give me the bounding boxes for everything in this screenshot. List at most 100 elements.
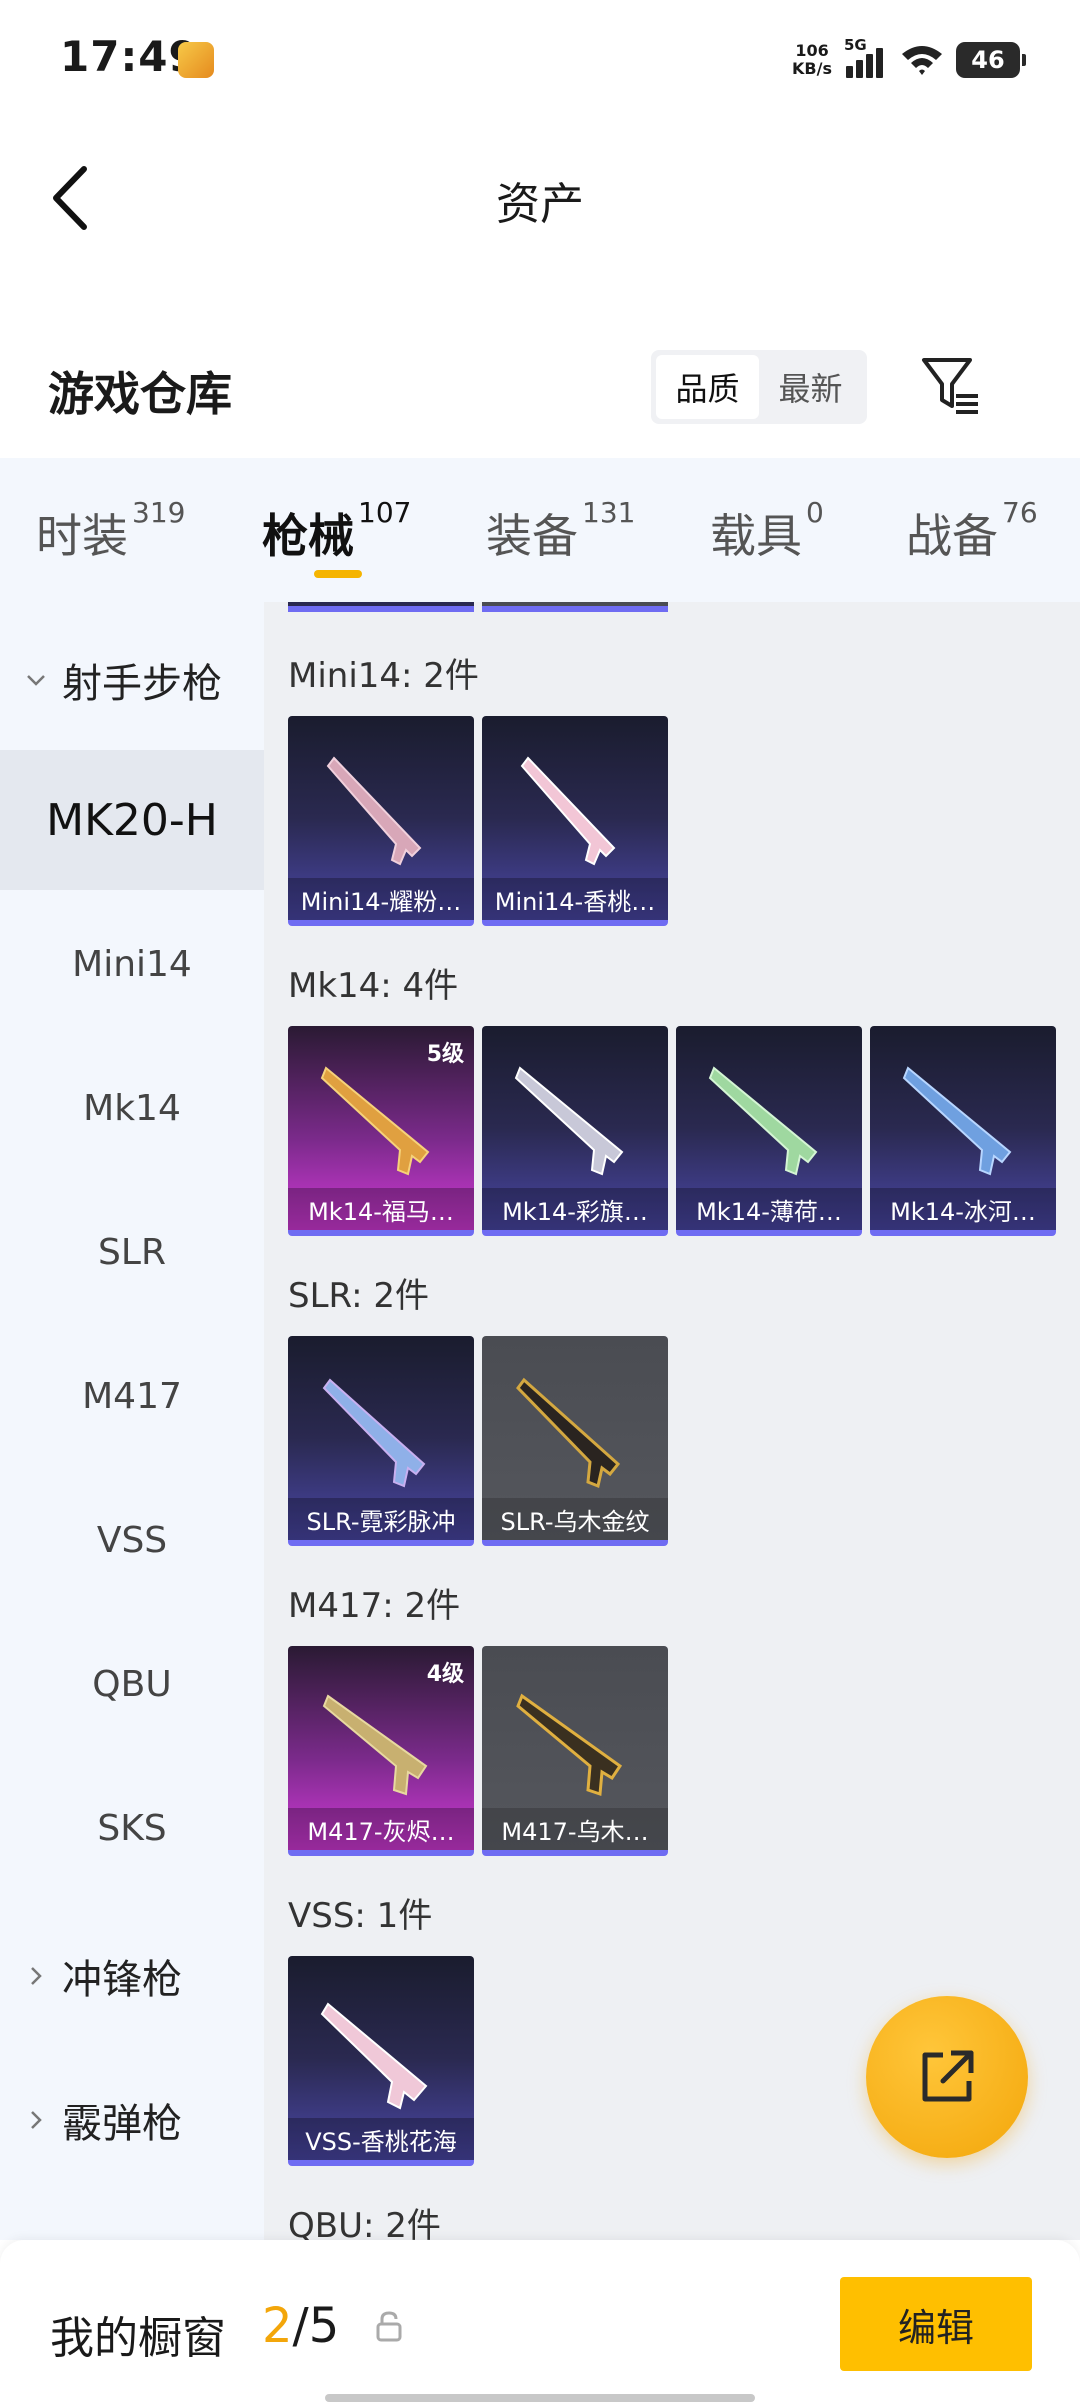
rifle-icon bbox=[708, 1066, 818, 1176]
sort-by-newest-button[interactable]: 最新 bbox=[759, 355, 862, 419]
sidebar-group-smg[interactable]: 冲锋枪 bbox=[0, 1926, 264, 2026]
group-title: QBU: 2件 bbox=[288, 2206, 441, 2240]
share-button[interactable] bbox=[866, 1996, 1028, 2158]
rifle-icon bbox=[514, 1066, 624, 1176]
sidebar-item-m417[interactable]: M417 bbox=[0, 1326, 264, 1466]
weapon-card[interactable]: 5级 Mk14-福马… bbox=[288, 1026, 474, 1236]
active-tab-indicator bbox=[314, 570, 362, 578]
showcase-label: 我的橱窗 bbox=[50, 2313, 226, 2364]
home-indicator[interactable] bbox=[325, 2394, 755, 2402]
sort-by-quality-button[interactable]: 品质 bbox=[656, 355, 759, 419]
weapon-card[interactable]: SLR-乌木金纹 bbox=[482, 1336, 668, 1546]
group-title: Mini14: 2件 bbox=[288, 656, 479, 696]
weapon-card-name: Mini14-香桃… bbox=[482, 878, 668, 920]
weapon-card-name: M417-乌木… bbox=[482, 1808, 668, 1850]
weapon-card[interactable]: VSS-香桃花海 bbox=[288, 1956, 474, 2166]
sidebar-group-marksman-rifles[interactable]: 射手步枪 bbox=[0, 630, 264, 730]
tab-label: 枪械 bbox=[262, 509, 354, 563]
tab-vehicles[interactable]: 载具 0 bbox=[710, 496, 824, 566]
net-speed-unit: KB/s bbox=[792, 59, 832, 78]
filter-icon[interactable] bbox=[920, 354, 982, 418]
edit-button[interactable]: 编辑 bbox=[840, 2277, 1032, 2371]
weapon-card-name: Mini14-耀粉… bbox=[288, 878, 474, 920]
sidebar-item-vss[interactable]: VSS bbox=[0, 1470, 264, 1610]
cellular-signal-icon: 5G bbox=[844, 36, 888, 80]
weapon-card-name: Mk14-福马… bbox=[288, 1188, 474, 1230]
category-tabs: 时装 319 枪械 107 装备 131 载具 0 战备 76 bbox=[0, 458, 1080, 602]
group-title: Mk14: 4件 bbox=[288, 966, 459, 1006]
weapon-card[interactable]: Mini14-香桃… bbox=[482, 716, 668, 926]
lock-icon bbox=[376, 2311, 402, 2342]
showcase-current: 2 bbox=[262, 2298, 293, 2354]
group-title: VSS: 1件 bbox=[288, 1896, 433, 1936]
weapon-card-name: VSS-香桃花海 bbox=[288, 2118, 474, 2160]
chevron-right-icon bbox=[31, 1967, 42, 1985]
sidebar-group-label: 射手步枪 bbox=[62, 661, 222, 707]
sidebar-item-qbu[interactable]: QBU bbox=[0, 1614, 264, 1754]
weapon-sidebar: 射手步枪 MK20-H Mini14 Mk14 SLR M417 VSS QBU… bbox=[0, 602, 264, 2240]
tab-label: 战备 bbox=[906, 509, 998, 563]
sidebar-item-mini14[interactable]: Mini14 bbox=[0, 894, 264, 1034]
weapon-card[interactable]: 4级 M417-灰烬… bbox=[288, 1646, 474, 1856]
status-bar: 17:49 106 KB/s 5G 46 bbox=[0, 0, 1080, 120]
showcase-total: 5 bbox=[308, 2298, 340, 2354]
weapon-card[interactable]: Mk14-薄荷… bbox=[676, 1026, 862, 1236]
tab-equipment[interactable]: 装备 131 bbox=[486, 496, 635, 566]
network-type: 5G bbox=[844, 36, 867, 54]
weapon-card[interactable]: Mk14-冰河… bbox=[870, 1026, 1056, 1236]
sidebar-item-mk20h[interactable]: MK20-H bbox=[0, 750, 264, 890]
net-speed-value: 106 bbox=[795, 41, 829, 60]
tab-count: 131 bbox=[582, 496, 636, 529]
sort-toggle: 品质 最新 bbox=[651, 350, 867, 424]
rifle-icon bbox=[902, 1066, 1012, 1176]
weapon-card[interactable]: Mini14-耀粉… bbox=[288, 716, 474, 926]
tab-count: 0 bbox=[806, 496, 824, 529]
showcase-bar: 我的橱窗 2/5 编辑 bbox=[0, 2240, 1080, 2408]
tab-firearms[interactable]: 枪械 107 bbox=[262, 496, 411, 566]
wifi-icon bbox=[902, 46, 942, 75]
rifle-icon bbox=[322, 1378, 426, 1488]
tab-fashion[interactable]: 时装 319 bbox=[36, 496, 185, 566]
weapon-card[interactable]: SLR-霓彩脉冲 bbox=[288, 1336, 474, 1546]
showcase-count: 2/5 bbox=[262, 2298, 339, 2354]
tab-label: 载具 bbox=[710, 509, 802, 563]
weapon-card[interactable]: Mk14-彩旗… bbox=[482, 1026, 668, 1236]
sidebar-item-sks[interactable]: SKS bbox=[0, 1758, 264, 1898]
sidebar-item-slr[interactable]: SLR bbox=[0, 1182, 264, 1322]
tab-count: 76 bbox=[1002, 496, 1038, 529]
page-title: 资产 bbox=[496, 179, 584, 230]
sidebar-group-shotgun[interactable]: 霰弹枪 bbox=[0, 2070, 264, 2170]
app-notification-icon bbox=[178, 42, 214, 78]
group-title: M417: 2件 bbox=[288, 1586, 461, 1626]
tab-label: 装备 bbox=[486, 509, 578, 563]
section-title: 游戏仓库 bbox=[48, 367, 232, 421]
weapon-card-name: Mk14-彩旗… bbox=[482, 1188, 668, 1230]
status-right-icons: 106 KB/s 5G 46 bbox=[792, 36, 1026, 84]
share-icon bbox=[922, 2050, 974, 2102]
weapon-level-badge: 5级 bbox=[426, 1042, 464, 1067]
weapon-level-badge: 4级 bbox=[426, 1662, 464, 1687]
tab-label: 时装 bbox=[36, 509, 128, 563]
rifle-icon bbox=[326, 756, 422, 866]
rifle-icon bbox=[520, 756, 616, 866]
weapon-card-name: SLR-乌木金纹 bbox=[482, 1498, 668, 1540]
weapon-card-name: M417-灰烬… bbox=[288, 1808, 474, 1850]
rifle-icon bbox=[516, 1377, 621, 1489]
tab-count: 319 bbox=[132, 496, 186, 529]
showcase-separator: / bbox=[292, 2298, 309, 2354]
chevron-right-icon bbox=[31, 2111, 42, 2129]
rifle-icon bbox=[516, 1693, 623, 1797]
sidebar-item-mk14[interactable]: Mk14 bbox=[0, 1038, 264, 1178]
group-title: SLR: 2件 bbox=[288, 1276, 429, 1316]
sidebar-group-label: 冲锋枪 bbox=[62, 1957, 182, 2003]
weapon-card-name: Mk14-薄荷… bbox=[676, 1188, 862, 1230]
chevron-down-icon bbox=[27, 675, 45, 686]
tab-battle-gear[interactable]: 战备 76 bbox=[906, 496, 1038, 566]
weapon-card-name: SLR-霓彩脉冲 bbox=[288, 1498, 474, 1540]
sidebar-group-label: 霰弹枪 bbox=[62, 2101, 182, 2147]
weapon-card-name: Mk14-冰河… bbox=[870, 1188, 1056, 1230]
weapon-card[interactable]: M417-乌木… bbox=[482, 1646, 668, 1856]
clipped-card[interactable] bbox=[482, 602, 668, 612]
clipped-card[interactable] bbox=[288, 602, 474, 612]
battery-icon: 46 bbox=[956, 42, 1026, 78]
